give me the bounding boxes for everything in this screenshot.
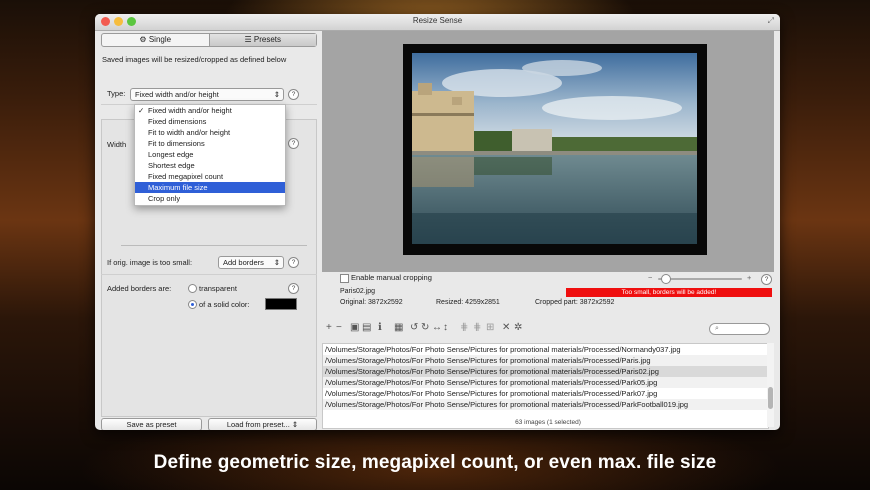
manual-crop-checkbox[interactable] [340,274,349,283]
chevron-updown-icon: ⇕ [273,90,280,99]
grid-icon[interactable]: ▦ [394,322,403,333]
borders-label: Added borders are: [107,284,172,293]
remove-icon[interactable]: − [336,322,342,333]
zoom-in-icon[interactable]: + [747,273,751,282]
preview-photo[interactable] [412,53,697,244]
rotate-left-icon[interactable]: ↺ [410,322,418,333]
type-help-button[interactable]: ? [288,89,299,100]
solid-color-radio[interactable] [188,300,197,309]
search-field[interactable]: ⌕ [709,323,770,335]
width-label: Width [107,140,127,149]
preview-filename: Paris02.jpg [340,288,376,295]
save-all-icon[interactable]: ▤ [362,322,371,333]
border-color-well[interactable] [265,298,297,310]
type-label: Type: [107,89,126,98]
list-item[interactable]: /Volumes/Storage/Photos/For Photo Sense/… [323,388,768,399]
list-item[interactable]: /Volumes/Storage/Photos/For Photo Sense/… [323,366,768,377]
list-item[interactable]: /Volumes/Storage/Photos/For Photo Sense/… [323,399,768,410]
save-preset-button[interactable]: Save as preset [101,418,202,430]
menu-item-fixed-width-height[interactable]: ✓ Fixed width and/or height [135,105,285,116]
flip-vertical-icon[interactable]: ↕ [443,322,448,333]
original-size: Original: 3872x2592 [340,299,403,306]
distribute-alt-icon[interactable]: ⋕ [473,322,481,333]
warning-banner: Too small, borders will be added! [566,288,772,297]
borders-help-button[interactable]: ? [288,283,299,294]
checkmark-icon: ✓ [138,106,145,115]
menu-item-fixed-megapixel[interactable]: Fixed megapixel count [135,171,285,182]
title-bar: Resize Sense ⤢ [95,14,780,31]
settings-panel: ⚙ Single ☰ Presets Saved images will be … [101,31,317,430]
gear-icon: ⚙ [139,35,147,44]
load-preset-button[interactable]: Load from preset... ⇕ [208,418,317,430]
distribute-icon[interactable]: ⋕ [460,322,468,333]
flip-horizontal-icon[interactable]: ↔ [432,322,442,333]
mode-tabs: ⚙ Single ☰ Presets [101,33,317,47]
too-small-help-button[interactable]: ? [288,257,299,268]
preview-border-frame [403,44,707,255]
too-small-label: If orig. image is too small: [107,258,193,267]
add-icon[interactable]: + [326,322,332,333]
rotate-right-icon[interactable]: ↻ [421,322,429,333]
save-icon[interactable]: ▣ [350,322,359,333]
search-icon: ⌕ [715,325,719,332]
chevron-updown-icon: ⇕ [273,258,280,267]
tab-single[interactable]: ⚙ Single [102,34,209,46]
tab-presets[interactable]: ☰ Presets [209,34,316,46]
zoom-out-icon[interactable]: − [648,273,652,282]
info-icon[interactable]: ℹ [378,322,382,333]
list-item[interactable]: /Volumes/Storage/Photos/For Photo Sense/… [323,355,768,366]
too-small-select[interactable]: Add borders ⇕ [218,256,284,269]
clear-all-icon[interactable]: ✲ [514,322,522,333]
info-text: Saved images will be resized/cropped as … [102,55,287,64]
width-help-button[interactable]: ? [288,138,299,149]
file-toolbar: + − ▣ ▤ ℹ ▦ ↺ ↻ ↔ ↕ ⋕ ⋕ ⊞ ✕ ✲ ⌕ [322,320,774,336]
menu-item-fit-width-height[interactable]: Fit to width and/or height [135,127,285,138]
menu-item-crop-only[interactable]: Crop only [135,193,285,204]
zoom-slider-knob[interactable] [661,274,671,284]
crop-icon[interactable]: ⊞ [486,322,494,333]
menu-item-longest-edge[interactable]: Longest edge [135,149,285,160]
menu-item-max-file-size[interactable]: Maximum file size [135,182,285,193]
list-icon: ☰ [244,35,252,44]
resized-size: Resized: 4259x2851 [436,299,500,306]
promo-caption: Define geometric size, megapixel count, … [153,452,717,473]
manual-crop-label: Enable manual cropping [351,273,432,282]
menu-item-fit-dimensions[interactable]: Fit to dimensions [135,138,285,149]
file-list: /Volumes/Storage/Photos/For Photo Sense/… [322,343,769,429]
file-list-scrollbar[interactable] [767,343,774,427]
app-window: Resize Sense ⤢ ⚙ Single ☰ Presets Saved … [95,14,780,430]
window-title: Resize Sense [412,16,463,25]
preview-help-button[interactable]: ? [761,274,772,285]
status-text: 63 images (1 selected) [515,419,581,426]
transparent-label: transparent [199,284,237,293]
type-select[interactable]: Fixed width and/or height ⇕ [130,88,284,101]
chevron-updown-icon: ⇕ [291,420,299,429]
image-preview-area [322,31,774,272]
cropped-size: Cropped part: 3872x2592 [535,299,615,306]
fullscreen-icon[interactable]: ⤢ [768,16,774,26]
solid-color-label: of a solid color: [199,300,250,309]
transparent-radio[interactable] [188,284,197,293]
type-dropdown-menu: ✓ Fixed width and/or height Fixed dimensi… [134,104,286,206]
list-item[interactable]: /Volumes/Storage/Photos/For Photo Sense/… [323,344,768,355]
list-item[interactable]: /Volumes/Storage/Photos/For Photo Sense/… [323,377,768,388]
clear-icon[interactable]: ✕ [502,322,510,333]
menu-item-shortest-edge[interactable]: Shortest edge [135,160,285,171]
menu-item-fixed-dimensions[interactable]: Fixed dimensions [135,116,285,127]
scrollbar-thumb[interactable] [768,387,773,409]
